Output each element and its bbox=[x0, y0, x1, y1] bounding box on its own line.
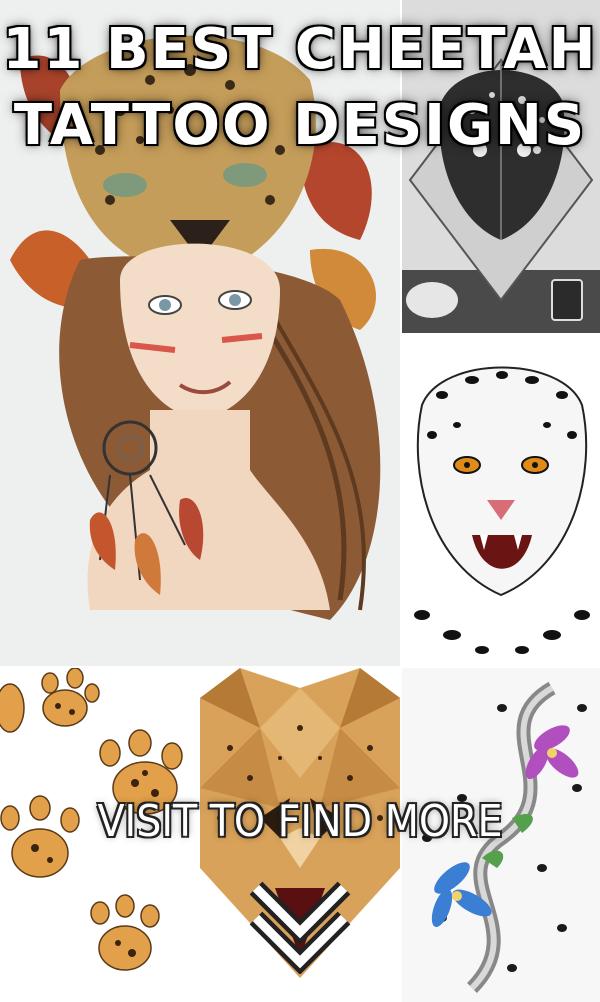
page-title: 11 BEST CHEETAH TATTOO DESIGNS bbox=[0, 12, 600, 164]
snow-leopard-tattoo-image[interactable] bbox=[402, 335, 600, 666]
title-line-2: TATTOO DESIGNS bbox=[13, 93, 587, 158]
visit-to-find-more-link[interactable]: VISIT TO FIND MORE bbox=[0, 796, 600, 847]
title-line-1: 11 BEST CHEETAH bbox=[2, 17, 598, 82]
chevron-down-icon[interactable] bbox=[246, 878, 354, 975]
